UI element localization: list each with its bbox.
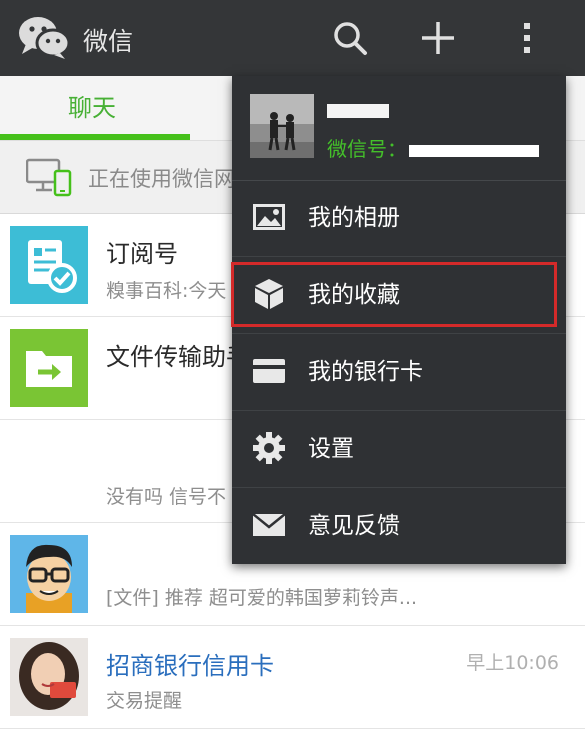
chat-row-cmb-credit-card[interactable]: 招商银行信用卡 交易提醒 早上10:06 [0, 626, 585, 729]
menu-profile-header[interactable]: 微信号： [232, 76, 566, 181]
wechat-logo-icon [18, 14, 71, 60]
folder-avatar-icon [10, 329, 88, 407]
profile-wechat-id: 微信号： [327, 133, 539, 162]
menu-item-label: 设置 [308, 436, 354, 462]
chat-name: 招商银行信用卡 [106, 652, 274, 680]
menu-item-label: 我的银行卡 [308, 359, 423, 385]
menu-item-my-album[interactable]: 我的相册 [232, 180, 566, 257]
chat-name: 订阅号 [106, 240, 178, 268]
profile-photo [250, 94, 314, 158]
search-icon[interactable] [330, 18, 370, 58]
chat-time: 早上10:06 [466, 652, 559, 674]
chat-preview: [文件] 推荐 超可爱的韩国萝莉铃声... [106, 587, 418, 609]
favorites-cube-icon [252, 277, 286, 311]
chat-preview: 交易提醒 [106, 690, 183, 712]
menu-item-label: 我的收藏 [308, 282, 400, 308]
envelope-icon [252, 508, 286, 542]
chat-preview: 没有吗 信号不 [106, 486, 227, 508]
profile-name [327, 100, 397, 127]
menu-item-label: 我的相册 [308, 205, 400, 231]
bank-contact-avatar [10, 638, 88, 716]
app-title: 微信 [83, 27, 134, 56]
photo-album-icon [252, 200, 286, 234]
active-tab-indicator [0, 134, 190, 140]
overflow-menu: 微信号： 我的相册 我的收藏 我的银行卡 设置 意见反馈 [232, 76, 566, 564]
plus-icon[interactable] [418, 18, 458, 58]
wechat-id-redacted [409, 144, 539, 157]
contact-avatar [10, 432, 88, 510]
menu-item-my-favorites[interactable]: 我的收藏 [232, 257, 566, 334]
chat-name: 文件传输助手 [106, 343, 250, 371]
more-vertical-icon[interactable] [507, 18, 547, 58]
cartoon-avatar-icon [10, 535, 88, 613]
action-bar: 微信 [0, 0, 585, 76]
menu-item-label: 意见反馈 [308, 513, 400, 539]
chat-preview: 糗事百科:今天 [106, 280, 227, 302]
subscriptions-avatar-icon [10, 226, 88, 304]
bank-card-icon [252, 354, 286, 388]
menu-item-my-bank-card[interactable]: 我的银行卡 [232, 334, 566, 411]
wechat-id-label: 微信号： [327, 137, 407, 161]
menu-item-feedback[interactable]: 意见反馈 [232, 488, 566, 564]
gear-icon [252, 431, 286, 465]
menu-item-settings[interactable]: 设置 [232, 411, 566, 488]
computer-phone-icon [25, 157, 74, 197]
tab-chats[interactable]: 聊天 [68, 76, 116, 140]
